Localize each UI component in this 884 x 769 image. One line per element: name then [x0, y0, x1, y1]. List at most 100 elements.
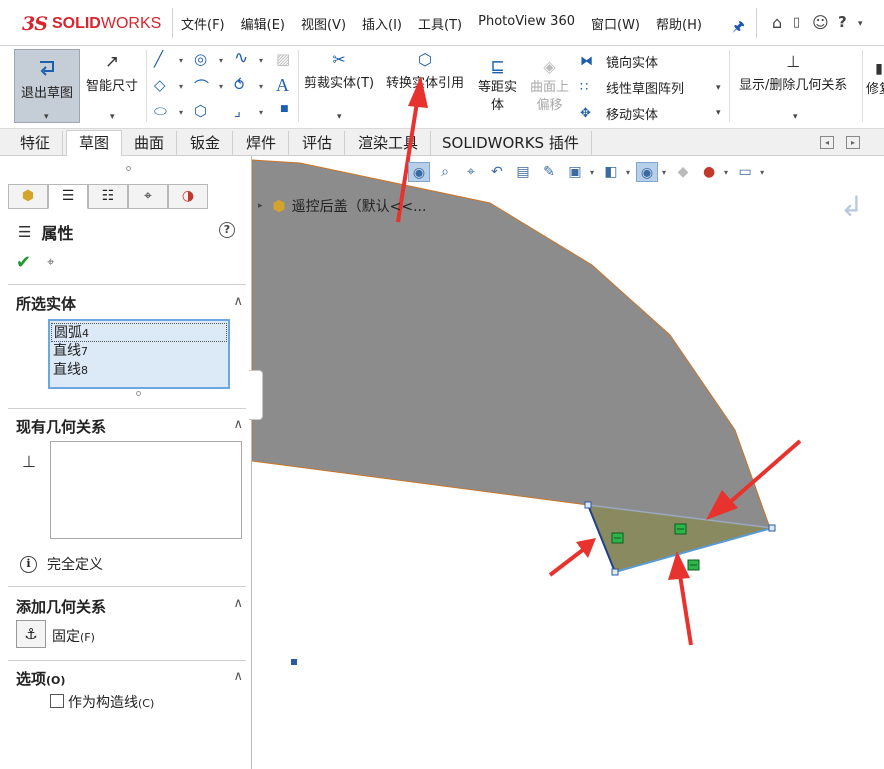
selected-entities-list[interactable]: 圆弧4 直线7 直线8 [48, 319, 230, 389]
spline-dropdown-icon[interactable]: ▾ [259, 56, 263, 65]
hide-show-dropdown-icon[interactable]: ▾ [662, 168, 666, 177]
tile-panel-icon[interactable]: ▸ [846, 136, 860, 149]
display-relations-dropdown-icon[interactable]: ▾ [793, 112, 798, 122]
fix-relation-label[interactable]: 固定(F) [52, 626, 95, 646]
document-icon[interactable]: ▯ [793, 15, 800, 30]
tab-weldments[interactable]: 焊件 [234, 131, 290, 157]
slot-tool-icon[interactable]: ⬭ [154, 102, 167, 120]
ok-check-icon[interactable]: ✔ [16, 252, 31, 273]
previous-view-icon[interactable]: ↶ [486, 162, 508, 182]
linear-pattern-dropdown-icon[interactable]: ▾ [716, 83, 721, 93]
view-settings-icon[interactable]: ▭ [734, 162, 756, 182]
fix-relation-button[interactable]: ⚓ [16, 620, 46, 648]
scene-dropdown-icon[interactable]: ▾ [724, 168, 728, 177]
panel-splitter[interactable] [249, 370, 263, 420]
tab-render-tools[interactable]: 渲染工具 [346, 131, 432, 157]
zoom-to-fit-icon[interactable]: ⌕ [434, 162, 456, 182]
panel-grip[interactable] [126, 166, 131, 171]
chamfer-dropdown-icon[interactable]: ▾ [259, 108, 263, 117]
list-resize-grip[interactable] [136, 391, 141, 396]
menu-help[interactable]: 帮助(H) [656, 14, 702, 33]
convert-entities-button[interactable]: ⬡ 转换实体引用 [386, 50, 464, 91]
menu-file[interactable]: 文件(F) [181, 14, 225, 33]
tab-sketch[interactable]: 草图 [66, 130, 123, 158]
feature-manager-tab-icon[interactable]: ⬢ [8, 184, 48, 209]
menu-view[interactable]: 视图(V) [301, 14, 346, 33]
line-tool-icon[interactable]: ╱ [154, 50, 163, 68]
plane-tool-icon[interactable]: ▨ [276, 50, 290, 68]
options-header[interactable]: 选项(O) [16, 668, 65, 689]
polygon-tool-icon[interactable]: ⥀ [234, 76, 244, 94]
home-icon[interactable]: ⌂ [772, 13, 782, 32]
line-dropdown-icon[interactable]: ▾ [179, 56, 183, 65]
menu-tools[interactable]: 工具(T) [418, 14, 462, 33]
feature-tree-root[interactable]: ▸ ⬢ 遥控后盖（默认<<... [258, 196, 426, 216]
help-icon[interactable]: ? [219, 222, 235, 238]
help-dropdown-icon[interactable]: ▾ [858, 19, 863, 29]
construction-label[interactable]: 作为构造线(C) [68, 692, 154, 712]
point-tool-icon[interactable]: ■ [280, 104, 289, 114]
keep-visible-pin-icon[interactable]: ⌖ [47, 255, 54, 270]
text-tool-icon[interactable]: A [276, 75, 289, 96]
fillet-tool-icon[interactable]: ⌟ [234, 102, 241, 120]
hexagon-tool-icon[interactable]: ⬡ [194, 102, 207, 120]
tab-solidworks-addins[interactable]: SOLIDWORKS 插件 [430, 131, 592, 157]
offset-on-surface-button[interactable]: ◈ 曲面上 偏移 [530, 58, 569, 115]
selected-entities-header[interactable]: 所选实体 [16, 293, 76, 314]
view-orientation-icon[interactable]: ◉ [408, 162, 430, 182]
graphics-area[interactable] [252, 156, 884, 769]
add-relations-header[interactable]: 添加几何关系 [16, 596, 106, 617]
collapse-chevron-icon[interactable]: ∧ [233, 596, 243, 611]
construction-checkbox[interactable] [50, 694, 64, 708]
circle-tool-icon[interactable]: ◎ [194, 50, 207, 68]
move-dropdown-icon[interactable]: ▾ [716, 108, 721, 118]
tab-sheet-metal[interactable]: 钣金 [178, 131, 234, 157]
slot-dropdown-icon[interactable]: ▾ [179, 108, 183, 117]
fillet-dropdown-icon[interactable]: ▾ [259, 82, 263, 91]
configuration-manager-tab-icon[interactable]: ☷ [88, 184, 128, 209]
display-relations-button[interactable]: ⊥ 显示/删除几何关系 [739, 52, 847, 93]
mirror-entities-button[interactable]: ⧓ 镜向实体 [580, 52, 658, 71]
repair-sketch-button[interactable]: ▮ 修复 [866, 60, 884, 99]
linear-pattern-button[interactable]: ∷ 线性草图阵列 [580, 78, 684, 97]
user-icon[interactable]: ☺ [812, 13, 829, 32]
expand-arrow-icon[interactable]: ▸ [258, 201, 263, 211]
view-settings-dropdown-icon[interactable]: ▾ [760, 168, 764, 177]
menu-window[interactable]: 窗口(W) [591, 14, 640, 33]
tab-features[interactable]: 特征 [8, 131, 64, 157]
menu-edit[interactable]: 编辑(E) [241, 14, 285, 33]
zoom-to-area-icon[interactable]: ⌖ [460, 162, 482, 182]
list-item[interactable]: 直线7 [51, 342, 227, 361]
trim-entities-button[interactable]: ✂ 剪裁实体(T) [304, 50, 374, 91]
spline-tool-icon[interactable]: ∿ [234, 48, 248, 68]
hide-show-items-icon[interactable]: ◉ [636, 162, 659, 182]
edit-appearance-icon[interactable]: ◆ [672, 162, 694, 182]
display-style-icon[interactable]: ◧ [600, 162, 622, 182]
existing-relations-header[interactable]: 现有几何关系 [16, 416, 106, 437]
display-style-dropdown-icon[interactable]: ▾ [626, 168, 630, 177]
exit-sketch-confirm-icon[interactable]: ↲ [840, 190, 863, 223]
solidworks-logo[interactable]: 3S SOLIDWORKS [22, 11, 161, 37]
section-view-icon[interactable]: ▤ [512, 162, 534, 182]
list-item[interactable]: 直线8 [51, 361, 227, 380]
move-entities-button[interactable]: ✥ 移动实体 [580, 104, 658, 123]
exit-sketch-dropdown-icon[interactable]: ▾ [44, 112, 49, 122]
offset-entities-button[interactable]: ⊑ 等距实 体 [478, 58, 517, 115]
arc-tool-icon[interactable]: ⌒ [194, 76, 209, 97]
pin-icon[interactable]: 🖈 [732, 16, 745, 40]
display-manager-tab-icon[interactable]: ◑ [168, 184, 208, 209]
property-manager-tab-icon[interactable]: ☰ [48, 184, 88, 209]
restore-panel-icon[interactable]: ◂ [820, 136, 834, 149]
help-icon[interactable]: ? [838, 13, 847, 31]
trim-dropdown-icon[interactable]: ▾ [337, 112, 342, 122]
collapse-chevron-icon[interactable]: ∧ [233, 669, 243, 684]
view-cube-icon[interactable]: ▣ [564, 162, 586, 182]
tab-surfaces[interactable]: 曲面 [122, 131, 178, 157]
rectangle-dropdown-icon[interactable]: ▾ [179, 82, 183, 91]
menu-insert[interactable]: 插入(I) [362, 14, 402, 33]
menu-photoview[interactable]: PhotoView 360 [478, 14, 575, 33]
collapse-chevron-icon[interactable]: ∧ [233, 417, 243, 432]
tab-evaluate[interactable]: 评估 [290, 131, 346, 157]
view-orientation-dropdown-icon[interactable]: ▾ [590, 168, 594, 177]
arc-dropdown-icon[interactable]: ▾ [219, 82, 223, 91]
